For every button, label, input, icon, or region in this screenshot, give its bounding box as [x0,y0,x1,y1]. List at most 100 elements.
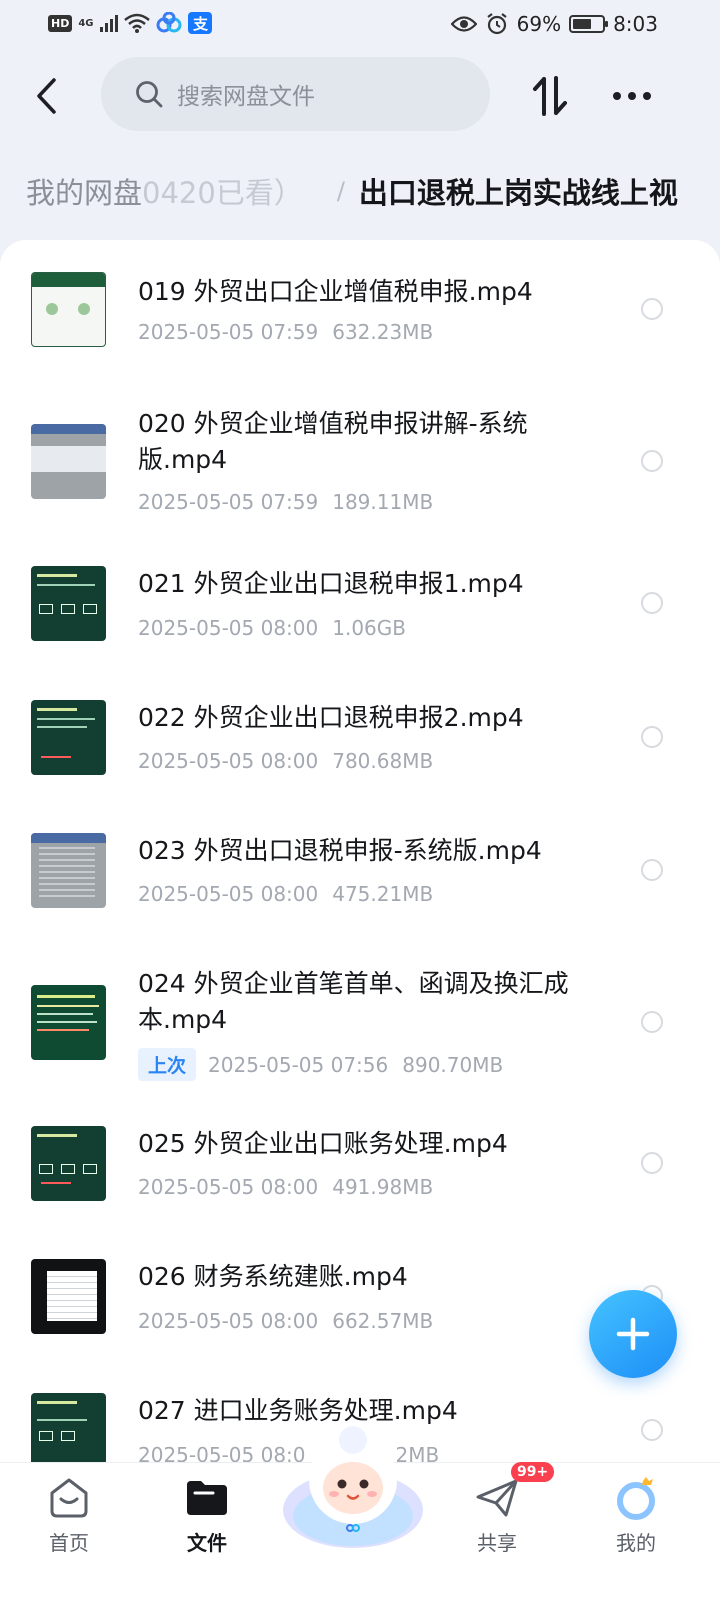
video-thumbnail [31,1259,106,1334]
file-date: 2025-05-05 08:00 [138,1309,319,1333]
file-meta: 2025-05-05 07:59 189.11MB [138,490,433,514]
video-thumbnail [31,1126,106,1201]
select-radio[interactable] [641,859,663,881]
file-size: 662.57MB [332,1309,434,1333]
breadcrumb-current: 出口退税上岗实战线上视 [358,176,678,210]
list-item[interactable]: 024 外贸企业首笔首单、函调及换汇成本.mp4 上次 2025-05-05 0… [0,940,720,1100]
hd-badge: HD [48,14,73,32]
file-meta: 2025-05-05 07:59 632.23MB [138,320,433,344]
list-item[interactable]: 025 外贸企业出口账务处理.mp4 2025-05-05 08:00 491.… [0,1100,720,1233]
file-name: 026 财务系统建账.mp4 [138,1262,408,1291]
file-name: 024 外贸企业首笔首单、函调及换汇成本.mp4 [138,969,569,1034]
list-item[interactable]: 020 外贸企业增值税申报讲解-系统版.mp4 2025-05-05 07:59… [0,380,720,540]
list-item[interactable]: 022 外贸企业出口退税申报2.mp4 2025-05-05 08:00 780… [0,674,720,807]
list-item[interactable]: 021 外贸企业出口退税申报1.mp4 2025-05-05 08:00 1.0… [0,540,720,674]
battery-icon [569,15,609,33]
file-size: 491.98MB [332,1175,434,1199]
more-button[interactable] [608,72,656,120]
video-thumbnail [31,566,106,641]
file-size: 475.21MB [332,882,434,906]
select-radio[interactable] [641,1419,663,1441]
file-date: 2025-05-05 07:56 [208,1052,389,1077]
search-icon [136,81,163,108]
network-type: 4G [78,17,94,29]
file-name: 021 外贸企业出口退税申报1.mp4 [138,569,524,598]
nav-share-label: 共享 [477,1531,517,1555]
file-meta: 2025-05-05 08:00 662.57MB [138,1309,433,1333]
select-radio[interactable] [641,1011,663,1033]
chevron-left-icon [37,78,56,114]
nav-home[interactable]: 首页 [9,1475,129,1556]
alarm-icon [486,13,507,35]
search-placeholder: 搜索网盘文件 [177,84,315,110]
select-radio[interactable] [641,450,663,472]
file-size: 1.06GB [332,616,406,640]
file-meta: 上次 2025-05-05 07:56 890.70MB [138,1048,503,1081]
back-button[interactable] [26,72,66,120]
nav-share[interactable]: 共享 [437,1475,557,1556]
file-date: 2025-05-05 08:0 [138,1443,306,1462]
status-left: HD 4G 支 [48,12,212,34]
nav-home-label: 首页 [49,1531,89,1555]
paper-plane-icon [476,1479,518,1517]
search-input[interactable]: 搜索网盘文件 [101,57,490,131]
sort-button[interactable] [526,72,574,120]
file-date: 2025-05-05 08:00 [138,616,319,640]
nav-mine-label: 我的 [616,1531,656,1555]
breadcrumb-root[interactable]: 我的网盘 [26,170,142,212]
file-meta: 2025-05-05 08:00 475.21MB [138,882,433,906]
file-date: 2025-05-05 08:00 [138,749,319,773]
add-button[interactable] [589,1290,677,1378]
list-item[interactable]: 023 外贸出口退税申报-系统版.mp4 2025-05-05 08:00 47… [0,807,720,940]
file-size: 890.70MB [402,1052,504,1077]
select-radio[interactable] [641,592,663,614]
signal-icon [99,14,118,32]
profile-icon [617,1477,655,1520]
file-date: 2025-05-05 08:00 [138,1175,319,1199]
file-name: 025 外贸企业出口账务处理.mp4 [138,1129,508,1158]
select-radio[interactable] [641,298,663,320]
wifi-icon [123,13,150,33]
video-thumbnail [31,985,106,1060]
alipay-icon: 支 [187,12,212,34]
file-meta: 2025-05-05 08:00 491.98MB [138,1175,433,1199]
nav-mine[interactable]: 我的 [576,1475,696,1556]
breadcrumb-separator: / [336,177,345,205]
battery-percent: 69% [516,12,562,36]
video-thumbnail [31,1393,106,1462]
file-meta: 2025-05-05 08:00 780.68MB [138,749,433,773]
file-name: 023 外贸出口退税申报-系统版.mp4 [138,836,542,865]
plus-icon [616,1317,650,1351]
file-date: 2025-05-05 08:00 [138,882,319,906]
sort-arrows-icon [533,76,567,116]
folder-icon [187,1481,227,1515]
video-thumbnail [31,700,106,775]
list-item[interactable]: 019 外贸出口企业增值税申报.mp4 2025-05-05 07:59 632… [0,240,720,380]
cloud-app-icon [156,12,182,33]
mascot-assistant-icon[interactable] [282,1418,424,1548]
file-name: 020 外贸企业增值税申报讲解-系统版.mp4 [138,409,528,474]
select-radio[interactable] [641,726,663,748]
more-dots-icon [613,92,651,100]
video-thumbnail [31,272,106,347]
clock-time: 8:03 [613,12,658,36]
nav-files[interactable]: 文件 [147,1475,267,1556]
file-meta: 2025-05-05 08:00 1.06GB [138,616,406,640]
video-thumbnail [31,833,106,908]
status-bar: HD 4G 支 69% 8:03 [0,0,720,48]
breadcrumb: 我的网盘 0420已看） / 出口退税上岗实战线上视 [0,160,720,230]
file-size: 189.11MB [332,490,434,514]
select-radio[interactable] [641,1152,663,1174]
file-name: 022 外贸企业出口退税申报2.mp4 [138,703,524,732]
file-date: 2025-05-05 07:59 [138,490,319,514]
file-size: 632.23MB [332,320,434,344]
last-watched-tag: 上次 [138,1048,197,1081]
share-badge: 99+ [511,1462,555,1482]
nav-files-label: 文件 [187,1531,227,1555]
eye-icon [450,16,477,32]
file-date: 2025-05-05 07:59 [138,320,319,344]
breadcrumb-previous[interactable]: 0420已看） [142,170,303,212]
file-name: 019 外贸出口企业增值税申报.mp4 [138,277,533,306]
status-right: 69% 8:03 [450,12,658,36]
file-list: 019 外贸出口企业增值税申报.mp4 2025-05-05 07:59 632… [0,240,720,1462]
